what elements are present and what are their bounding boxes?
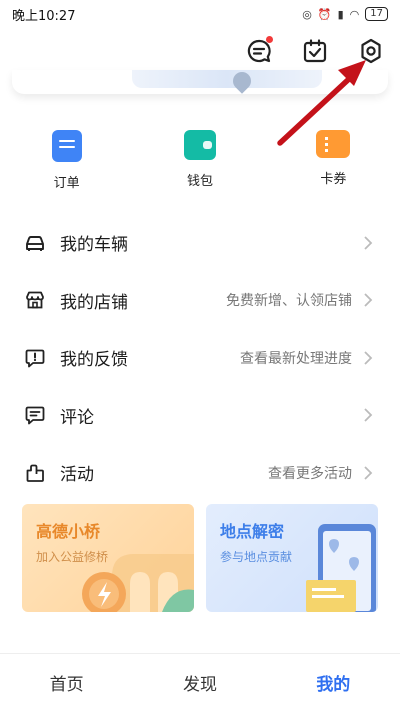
menu-item-label: 我的反馈	[60, 350, 128, 371]
tab-mine[interactable]: 我的	[267, 654, 400, 711]
quick-action-coupon[interactable]: 卡券	[267, 130, 400, 191]
status-bar: 晚上10:27 ◎ ⏰ ▮ ◠ 17	[0, 0, 400, 28]
checkin-button[interactable]	[298, 34, 332, 68]
tab-home[interactable]: 首页	[0, 654, 133, 711]
chevron-right-icon	[362, 292, 374, 308]
status-icons: ◎ ⏰ ▮ ◠ 17	[302, 7, 388, 21]
promo-card-location[interactable]: 地点解密 参与地点贡献	[206, 504, 378, 612]
quick-action-label: 钱包	[186, 174, 213, 189]
message-button[interactable]	[242, 34, 276, 68]
quick-action-wallet[interactable]: 钱包	[133, 130, 266, 191]
profile-menu: 我的车辆 我的店铺 免费新增、认领店铺 我的反馈 查看最新处理进度 评论 活动 …	[0, 214, 400, 502]
map-card[interactable]	[12, 70, 388, 94]
settings-icon	[361, 38, 381, 64]
coupon-icon	[316, 130, 351, 158]
notification-dot	[266, 36, 273, 43]
promo-subtitle: 参与地点贡献	[220, 550, 293, 564]
top-toolbar	[242, 34, 388, 68]
menu-item-hint: 查看更多活动	[268, 465, 352, 482]
menu-item-my-feedback[interactable]: 我的反馈 查看最新处理进度	[0, 329, 400, 387]
alarm-icon: ⏰	[317, 7, 332, 21]
wallet-icon	[183, 130, 216, 160]
checklist-icon	[303, 39, 327, 63]
bottom-tab-bar: 首页 发现 我的	[0, 653, 400, 711]
hotspot-icon: ◎	[302, 7, 312, 21]
activity-icon	[24, 462, 46, 484]
quick-action-order[interactable]: 订单	[0, 130, 133, 191]
menu-item-comments[interactable]: 评论	[0, 387, 400, 445]
tab-discover[interactable]: 发现	[133, 654, 266, 711]
status-time: 晚上10:27	[12, 8, 76, 24]
menu-item-label: 活动	[60, 465, 94, 486]
wifi-icon: ◠	[349, 7, 360, 21]
chevron-right-icon	[362, 235, 374, 251]
store-icon	[24, 289, 46, 311]
quick-actions: 订单 钱包 卡券	[0, 130, 400, 191]
chevron-right-icon	[362, 465, 374, 481]
menu-item-hint: 免费新增、认领店铺	[226, 293, 352, 310]
battery-indicator: 17	[365, 7, 388, 21]
menu-item-activities[interactable]: 活动 查看更多活动	[0, 444, 400, 502]
quick-action-label: 订单	[53, 176, 80, 191]
promo-title: 地点解密	[220, 522, 285, 541]
feedback-icon	[24, 347, 46, 369]
comment-icon	[24, 404, 46, 426]
menu-item-my-store[interactable]: 我的店铺 免费新增、认领店铺	[0, 272, 400, 330]
menu-item-label: 我的车辆	[60, 235, 128, 256]
order-icon	[51, 130, 82, 162]
promo-cards: 高德小桥 加入公益修桥 地点解密 参与地点贡献	[22, 504, 378, 612]
map-card-strip	[132, 70, 322, 88]
chevron-right-icon	[362, 350, 374, 366]
menu-item-label: 我的店铺	[60, 292, 128, 313]
signal-icon: ▮	[337, 7, 344, 21]
promo-card-bridge[interactable]: 高德小桥 加入公益修桥	[22, 504, 194, 612]
car-icon	[24, 232, 46, 254]
settings-button[interactable]	[354, 34, 388, 68]
menu-item-label: 评论	[60, 407, 94, 428]
promo-title: 高德小桥	[36, 522, 101, 541]
chevron-right-icon	[362, 407, 374, 423]
menu-item-my-vehicles[interactable]: 我的车辆	[0, 214, 400, 272]
promo-subtitle: 加入公益修桥	[36, 550, 109, 564]
menu-item-hint: 查看最新处理进度	[240, 350, 352, 367]
quick-action-label: 卡券	[320, 172, 347, 187]
